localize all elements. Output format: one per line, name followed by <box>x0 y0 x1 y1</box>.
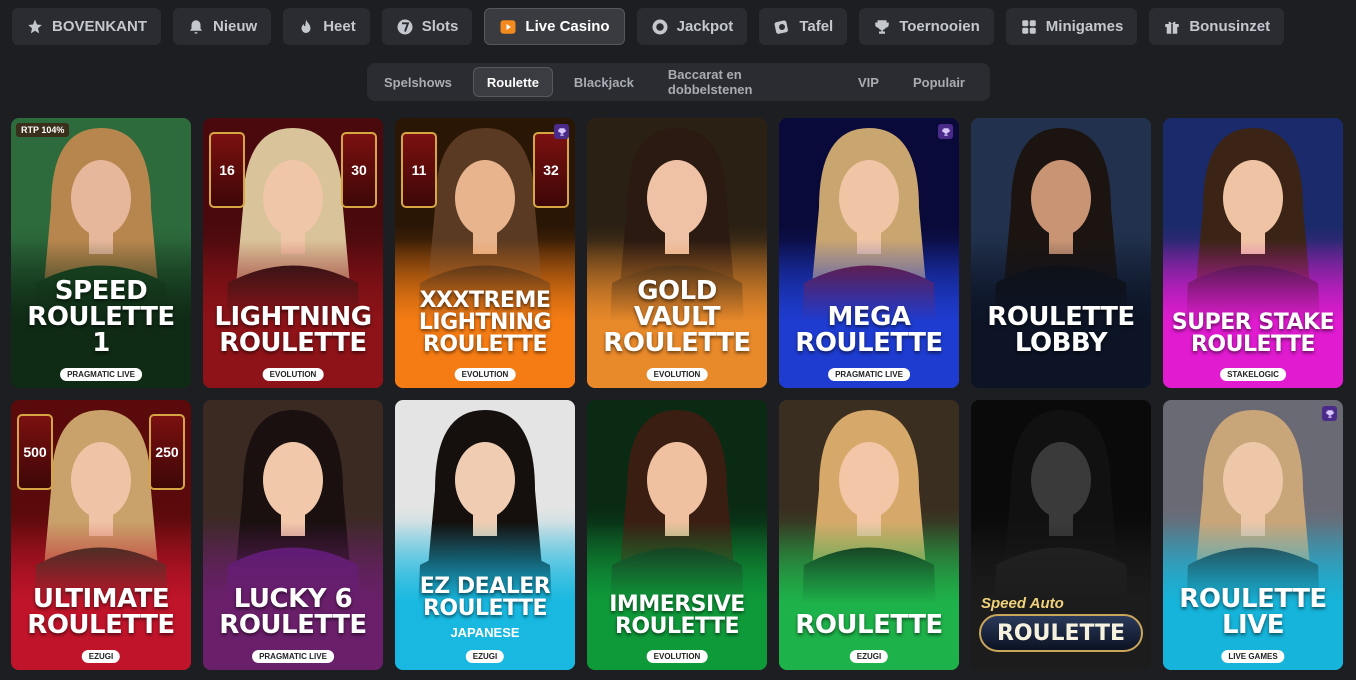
provider-badge: PRAGMATIC LIVE <box>252 650 334 663</box>
game-tile[interactable]: 11 32 XXXTREME LIGHTNING ROULETTE EVOLUTION <box>395 118 575 388</box>
game-title: EZ DEALER ROULETTE <box>419 574 551 621</box>
game-tile[interactable]: ROULETTE LOBBY <box>971 118 1151 388</box>
multiplier-badge: 30 <box>341 132 377 208</box>
nav-item-label: Nieuw <box>213 18 258 35</box>
nav-item-label: Jackpot <box>676 18 734 35</box>
trophy-icon <box>938 124 953 139</box>
game-tile[interactable]: MEGA ROULETTE PRAGMATIC LIVE <box>779 118 959 388</box>
tab-vip[interactable]: VIP <box>845 67 892 97</box>
game-title: ROULETTE <box>979 614 1143 652</box>
grid-icon <box>1020 18 1038 36</box>
game-title: XXXTREME LIGHTNING ROULETTE <box>418 288 552 357</box>
provider-badge: EVOLUTION <box>646 368 708 381</box>
provider-badge: EVOLUTION <box>262 368 324 381</box>
category-nav: BOVENKANT Nieuw Heet Slots Live Casino Jackpo… <box>12 8 1285 45</box>
game-tile[interactable]: LUCKY 6 ROULETTE PRAGMATIC LIVE <box>203 400 383 670</box>
game-tile[interactable]: 500 250 ULTIMATE ROULETTE EZUGI <box>11 400 191 670</box>
provider-badge: EZUGI <box>849 650 889 663</box>
game-tile[interactable]: SUPER STAKE ROULETTE STAKELOGIC <box>1163 118 1343 388</box>
star-icon <box>26 18 44 36</box>
game-subtitle: JAPANESE <box>450 625 520 640</box>
multiplier-badge: 11 <box>401 132 437 208</box>
tab-blackjack[interactable]: Blackjack <box>561 67 647 97</box>
nav-item-nieuw[interactable]: Nieuw <box>173 8 272 45</box>
game-tile[interactable]: ROULETTE LIVE LIVE GAMES <box>1163 400 1343 670</box>
trophy-icon <box>554 124 569 139</box>
nav-item-label: BOVENKANT <box>52 18 148 35</box>
nav-item-minigames[interactable]: Minigames <box>1005 8 1138 45</box>
nav-item-label: Minigames <box>1045 18 1124 35</box>
provider-badge: PRAGMATIC LIVE <box>60 368 142 381</box>
nav-item-label: Tafel <box>799 18 834 35</box>
nav-item-bovenkant[interactable]: BOVENKANT <box>12 8 162 45</box>
game-tile[interactable]: IMMERSIVE ROULETTE EVOLUTION <box>587 400 767 670</box>
nav-item-live-casino[interactable]: Live Casino <box>484 8 625 45</box>
game-tile[interactable]: GOLD VAULT ROULETTE EVOLUTION <box>587 118 767 388</box>
game-subtitle: Speed Auto <box>981 595 1064 612</box>
nav-item-toernooien[interactable]: Toernooien <box>859 8 994 45</box>
tab-populair[interactable]: Populair <box>900 67 978 97</box>
provider-badge: STAKELOGIC <box>1220 368 1286 381</box>
game-title: IMMERSIVE ROULETTE <box>609 592 745 639</box>
game-title: LUCKY 6 ROULETTE <box>219 584 367 640</box>
chip-icon <box>773 18 791 36</box>
multiplier-badge: 500 <box>17 414 53 490</box>
game-title: ROULETTE LIVE <box>1179 584 1327 640</box>
nav-item-label: Live Casino <box>525 18 610 35</box>
game-tile[interactable]: ROULETTE EZUGI <box>779 400 959 670</box>
game-title: ROULETTE <box>795 610 943 640</box>
game-tile[interactable]: 16 30 LIGHTNING ROULETTE EVOLUTION <box>203 118 383 388</box>
provider-badge: EVOLUTION <box>454 368 516 381</box>
game-title: SPEED ROULETTE 1 <box>27 276 175 358</box>
provider-badge: EVOLUTION <box>646 650 708 663</box>
game-title: GOLD VAULT ROULETTE <box>603 276 751 358</box>
game-grid: RTP 104% SPEED ROULETTE 1 PRAGMATIC LIVE 16… <box>11 118 1343 670</box>
tab-baccarat-en-dobbelstenen[interactable]: Baccarat en dobbelstenen <box>655 67 837 97</box>
nav-item-tafel[interactable]: Tafel <box>759 8 848 45</box>
game-logo: Speed Auto ROULETTE <box>979 595 1143 652</box>
nav-item-label: Toernooien <box>899 18 980 35</box>
multiplier-badge: 16 <box>209 132 245 208</box>
game-tile[interactable]: Speed Auto ROULETTE <box>971 400 1151 670</box>
nav-item-label: Heet <box>323 18 356 35</box>
bell-icon <box>187 18 205 36</box>
flame-icon <box>297 18 315 36</box>
trophy-icon <box>873 18 891 36</box>
game-tile[interactable]: EZ DEALER ROULETTE JAPANESE EZUGI <box>395 400 575 670</box>
multiplier-badge: 250 <box>149 414 185 490</box>
seven-icon <box>396 18 414 36</box>
trophy-icon <box>1322 406 1337 421</box>
coin-icon <box>651 18 669 36</box>
provider-badge: EZUGI <box>465 650 505 663</box>
live-play-icon <box>499 18 517 36</box>
game-title: ROULETTE LOBBY <box>987 302 1135 358</box>
nav-item-jackpot[interactable]: Jackpot <box>636 8 748 45</box>
game-title: ULTIMATE ROULETTE <box>27 584 175 640</box>
game-title: LIGHTNING ROULETTE <box>214 302 372 358</box>
gift-icon <box>1163 18 1181 36</box>
provider-badge: PRAGMATIC LIVE <box>828 368 910 381</box>
nav-item-bonusinzet[interactable]: Bonusinzet <box>1149 8 1285 45</box>
nav-item-slots[interactable]: Slots <box>381 8 473 45</box>
roulette-subcategory-nav: Spelshows Roulette Blackjack Baccarat en do… <box>367 63 990 101</box>
nav-item-label: Bonusinzet <box>1189 18 1271 35</box>
tab-roulette[interactable]: Roulette <box>472 67 553 97</box>
game-tile[interactable]: RTP 104% SPEED ROULETTE 1 PRAGMATIC LIVE <box>11 118 191 388</box>
nav-item-heet[interactable]: Heet <box>283 8 370 45</box>
game-title: SUPER STAKE ROULETTE <box>1171 310 1335 357</box>
game-title: MEGA ROULETTE <box>795 302 943 358</box>
rtp-badge: RTP 104% <box>16 123 70 137</box>
nav-item-label: Slots <box>421 18 459 35</box>
multiplier-badge: 32 <box>533 132 569 208</box>
provider-badge: LIVE GAMES <box>1221 650 1285 663</box>
provider-badge: EZUGI <box>81 650 121 663</box>
tab-spelshows[interactable]: Spelshows <box>371 67 465 97</box>
